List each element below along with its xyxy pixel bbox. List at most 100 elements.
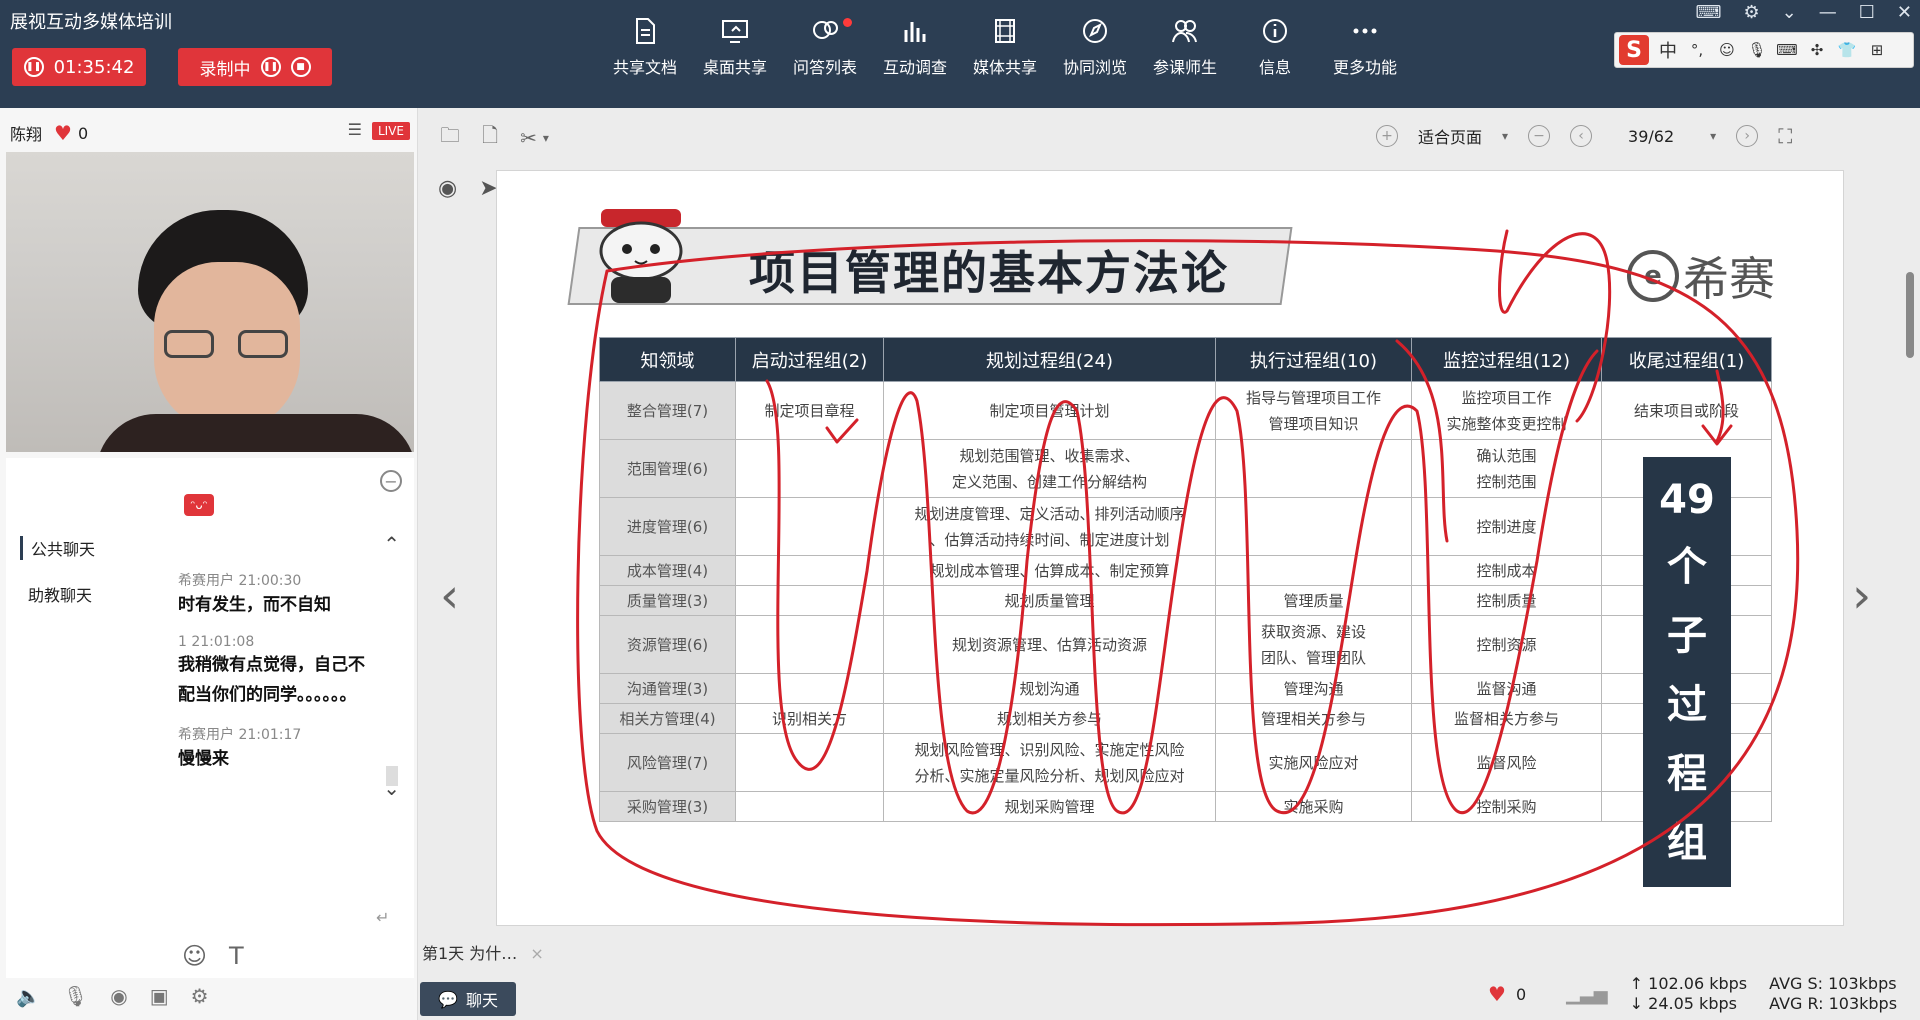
punctuation-icon[interactable]: °, — [1687, 40, 1707, 60]
emoji-icon[interactable]: ☺ — [182, 942, 207, 970]
table-row: 相关方管理(4) 识别相关方 规划相关方参与 管理相关方参与 监督相关方参与 — [599, 703, 1772, 734]
planning-cell: 规划采购管理 — [883, 791, 1216, 822]
toolbar-label: 协同浏览 — [1062, 58, 1127, 77]
heart-icon[interactable]: ♥ — [54, 121, 72, 145]
close-icon[interactable]: ✕ — [1897, 2, 1912, 23]
document-scrollbar[interactable] — [1906, 272, 1914, 358]
info-icon — [1263, 19, 1287, 43]
planning-cell: 规划沟通 — [883, 673, 1216, 704]
heart-icon[interactable]: ♥ — [1488, 982, 1506, 1006]
table-row: 进度管理(6) 规划进度管理、定义活动、排列活动顺序 、估算活动持续时间、制定进度… — [599, 497, 1772, 556]
qa-icon — [813, 21, 838, 39]
tools-icon[interactable]: ✣ — [1807, 40, 1827, 60]
toolbar-participants[interactable]: 参课师生 — [1140, 16, 1230, 94]
download-rate: ↓ 24.05 kbps — [1629, 994, 1737, 1013]
fit-screen-icon[interactable]: ⛶ — [1778, 124, 1792, 148]
initiating-cell — [735, 439, 884, 498]
avg-send-rate: AVG S: 103kbps — [1769, 974, 1897, 993]
scissors-icon[interactable]: ✂ — [520, 126, 537, 150]
scroll-up-icon[interactable]: ⌃ — [383, 532, 400, 556]
prev-page-icon[interactable]: ‹ — [1570, 125, 1593, 147]
monitoring-cell: 监督风险 — [1411, 733, 1602, 792]
page-indicator[interactable]: 39/62 — [1628, 127, 1674, 146]
text-format-icon[interactable]: T — [229, 942, 244, 970]
collapse-icon[interactable]: − — [380, 470, 402, 492]
grid-menu-icon[interactable]: ⊞ — [1867, 40, 1887, 60]
microphone-icon[interactable]: 🎙 — [1747, 40, 1767, 60]
emoji-icon[interactable]: ☺ — [1717, 40, 1737, 60]
microphone-icon[interactable]: 🎙 — [63, 984, 88, 1008]
top-bar: 展视互动多媒体培训 ❚❚ 01:35:42 录制中 ❚❚ ■ 共享文档 桌面共享… — [0, 0, 1920, 108]
toolbar-media-share[interactable]: 媒体共享 — [960, 16, 1050, 94]
slide-title: 项目管理的基本方法论 — [749, 246, 1229, 300]
enter-icon[interactable]: ↵ — [376, 908, 389, 927]
desktop-share-icon — [722, 20, 748, 43]
speaker-icon[interactable]: 🔈 — [16, 984, 41, 1008]
toolbar-co-browse[interactable]: 协同浏览 — [1050, 16, 1140, 94]
zoom-in-icon[interactable]: + — [1376, 125, 1398, 147]
skin-icon[interactable]: 👕 — [1837, 40, 1857, 60]
chat-button[interactable]: 💬 聊天 — [420, 982, 516, 1016]
pause-recording-icon[interactable]: ❚❚ — [260, 57, 281, 77]
ime-language[interactable]: 中 — [1659, 37, 1677, 63]
summary-char: 49 — [1659, 476, 1715, 523]
chevron-down-icon[interactable]: ▾ — [543, 131, 549, 145]
tab-assistant-chat[interactable]: 助教聊天 — [28, 582, 92, 606]
chat-bubble-icon: 💬 — [438, 989, 458, 1009]
zoom-out-icon[interactable]: − — [1528, 125, 1551, 147]
chevron-down-icon[interactable]: ▾ — [1502, 129, 1508, 143]
users-icon — [1172, 20, 1197, 43]
stop-recording-icon[interactable]: ■ — [290, 57, 311, 77]
planning-cell: 规划风险管理、识别风险、实施定性风险 分析、实施定量风险分析、规划风险应对 — [883, 733, 1216, 792]
record-dot-icon[interactable]: ◉ — [438, 176, 457, 201]
table-row: 范围管理(6) 规划范围管理、收集需求、 定义范围、创建工作分解结构 确认范围 控制… — [599, 439, 1772, 498]
toolbar-desktop-share[interactable]: 桌面共享 — [690, 16, 780, 94]
bitrate-readout: ↑ 102.06 kbps ↓ 24.05 kbps — [1630, 974, 1747, 1014]
scroll-down-icon[interactable]: ⌄ — [383, 776, 400, 800]
table-row: 沟通管理(3) 规划沟通 管理沟通 监督沟通 — [599, 673, 1772, 704]
executing-cell — [1215, 439, 1412, 498]
average-rate-readout: AVG S: 103kbps AVG R: 103kbps — [1769, 974, 1897, 1014]
pointer-icon[interactable]: ➤ — [479, 176, 497, 201]
pause-timer-button[interactable]: ❚❚ 01:35:42 — [12, 48, 146, 86]
zoom-select[interactable]: 适合页面 — [1418, 124, 1482, 148]
toolbar-info[interactable]: 信息 — [1230, 16, 1320, 94]
minimize-icon[interactable]: — — [1819, 2, 1837, 23]
keyboard-layout-icon[interactable]: ⌨ — [1776, 40, 1798, 60]
toolbar-qa-list[interactable]: 问答列表 — [780, 16, 870, 94]
keyboard-icon[interactable]: ⌨ — [1696, 2, 1722, 23]
chevron-down-icon[interactable]: ▾ — [1710, 129, 1716, 143]
file-icon[interactable]: 🗋 — [482, 121, 498, 155]
planning-cell: 规划资源管理、估算活动资源 — [883, 615, 1216, 674]
summary-char: 程 — [1667, 750, 1707, 797]
table-header-row: 知领域 启动过程组(2) 规划过程组(24) 执行过程组(10) 监控过程组(1… — [599, 337, 1772, 382]
gear-icon[interactable]: ⚙ — [191, 984, 209, 1008]
chat-message-meta: 希赛用户 21:01:17 — [178, 727, 302, 743]
chevron-down-icon[interactable]: ⌄ — [1782, 2, 1797, 23]
toolbar-survey[interactable]: 互动调查 — [870, 16, 960, 94]
monitoring-cell: 控制质量 — [1411, 585, 1602, 616]
video-figure-body — [96, 414, 414, 452]
executing-cell: 获取资源、建设 团队、管理团队 — [1215, 615, 1412, 674]
settings-icon[interactable]: ⚙ — [1744, 2, 1760, 23]
previous-slide-button[interactable]: ‹ — [440, 568, 459, 624]
next-slide-button[interactable]: › — [1852, 568, 1871, 624]
knowledge-area-cell: 质量管理(3) — [599, 585, 736, 616]
monitoring-cell: 控制进度 — [1411, 497, 1602, 556]
toolbar-share-document[interactable]: 共享文档 — [600, 16, 690, 94]
next-page-icon[interactable]: › — [1736, 125, 1759, 147]
close-icon[interactable]: × — [530, 944, 543, 963]
ime-logo-icon[interactable]: S — [1619, 35, 1649, 65]
folder-icon[interactable]: 🗀 — [440, 121, 460, 155]
tab-public-chat[interactable]: 公共聊天 — [20, 536, 95, 560]
screen-icon[interactable]: ▣ — [150, 984, 169, 1008]
list-icon[interactable]: ☰ — [348, 120, 362, 139]
recording-button[interactable]: 录制中 ❚❚ ■ — [178, 48, 332, 86]
monitoring-cell: 监控项目工作 实施整体变更控制 — [1411, 381, 1602, 440]
toolbar-more[interactable]: 更多功能 — [1320, 16, 1410, 94]
camera-icon[interactable]: ◉ — [110, 984, 127, 1008]
monitoring-cell: 确认范围 控制范围 — [1411, 439, 1602, 498]
toolbar-label: 桌面共享 — [702, 58, 767, 77]
maximize-icon[interactable]: ☐ — [1859, 2, 1875, 23]
document-icon — [636, 18, 655, 44]
